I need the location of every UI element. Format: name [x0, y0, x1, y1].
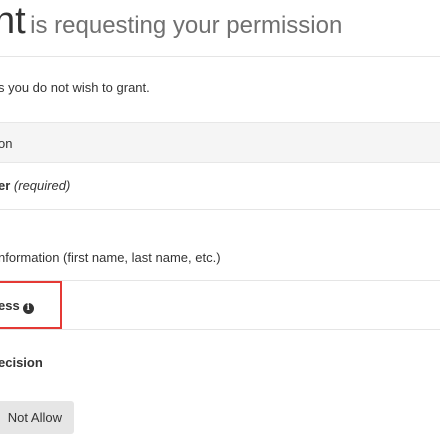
scope-label: nformation (first name, last name, etc.) [0, 250, 221, 265]
do-not-allow-button[interactable]: Not Allow [0, 401, 74, 434]
client-name: nt [0, 0, 26, 42]
scope-label: ecision [0, 355, 43, 370]
page-title: nt is requesting your permission [0, 0, 342, 46]
highlight-box [0, 281, 62, 329]
scope-label: er [0, 178, 11, 193]
row-divider [0, 209, 440, 210]
permission-page: nt is requesting your permission s you d… [0, 0, 440, 440]
required-note: (required) [13, 178, 71, 193]
scope-row-user: er (required) [0, 178, 70, 193]
row-divider [0, 329, 440, 330]
scope-row-profile-info[interactable]: nformation (first name, last name, etc.) [0, 250, 221, 265]
scope-row-precision: ecision [0, 355, 43, 370]
scopes-table-header: on [0, 122, 440, 163]
scopes-table-header-label: on [0, 136, 13, 151]
row-divider [0, 280, 440, 281]
requesting-permission-text: is requesting your permission [30, 12, 343, 39]
instructions-text: s you do not wish to grant. [0, 80, 150, 95]
header-divider [0, 56, 440, 57]
